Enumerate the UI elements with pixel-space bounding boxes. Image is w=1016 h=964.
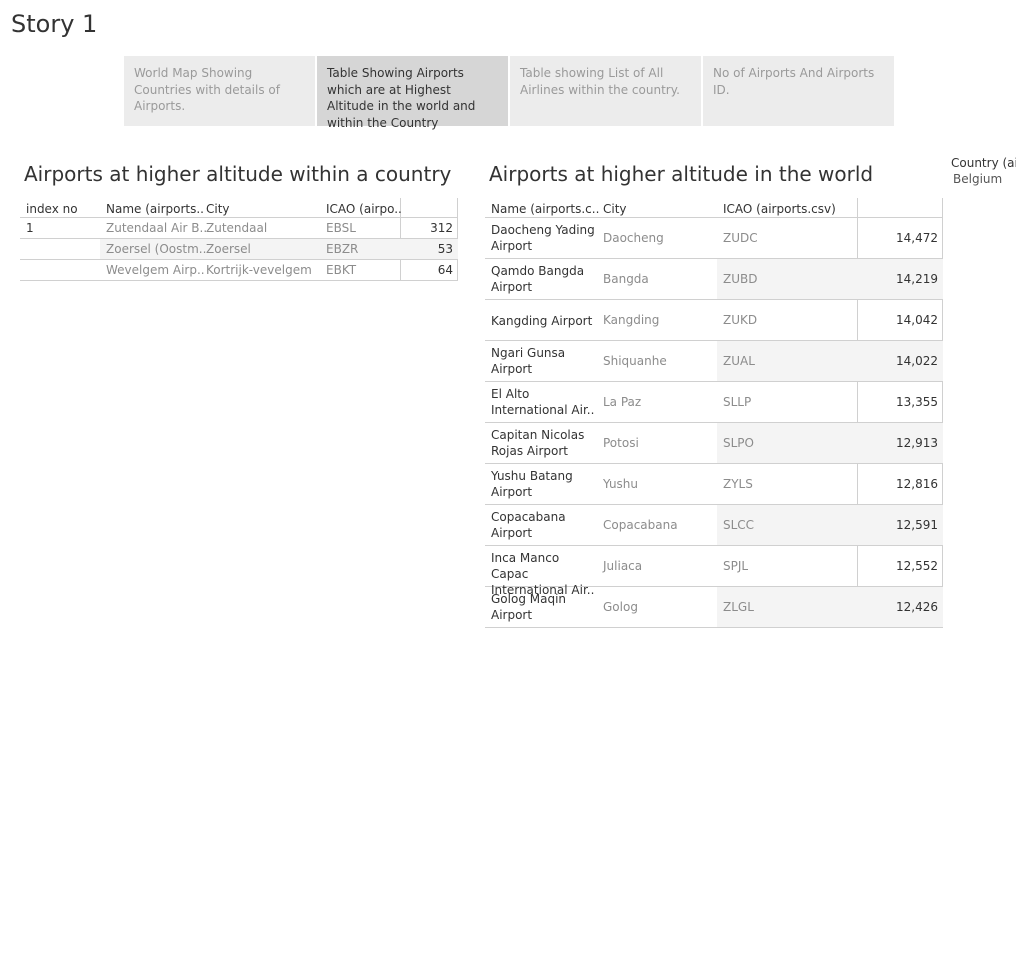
table-row[interactable]: Copacabana Airport Copacabana SLCC 12,591 [485, 505, 943, 546]
header-icao[interactable]: ICAO (airports.csv) [723, 202, 836, 216]
altitude-cell: 312 [430, 221, 453, 235]
table-row[interactable]: Yushu Batang Airport Yushu ZYLS 12,816 [485, 464, 943, 505]
name-cell: Wevelgem Airp.. [106, 263, 205, 277]
icao-cell: ZUKD [723, 313, 758, 327]
icao-cell: SLLP [723, 395, 752, 409]
table-row[interactable]: Zoersel (Oostm.. Zoersel EBZR 53 [20, 239, 458, 260]
table-row[interactable]: Ngari Gunsa Airport Shiquanhe ZUAL 14,022 [485, 341, 943, 382]
name-cell: El Alto International Air.. [491, 387, 595, 417]
table-row[interactable]: El Alto International Air.. La Paz SLLP 13,… [485, 382, 943, 423]
header-name[interactable]: Name (airports.c.. [491, 202, 599, 216]
story-point-airports-count[interactable]: No of Airports And Airports ID. [703, 56, 894, 126]
altitude-cell: 14,472 [896, 231, 938, 245]
table-row[interactable]: Golog Maqin Airport Golog ZLGL 12,426 [485, 587, 943, 628]
table-row[interactable]: Daocheng Yading Airport Daocheng ZUDC 14,47… [485, 218, 943, 259]
story-title: Story 1 [11, 10, 98, 38]
header-city[interactable]: City [206, 202, 230, 216]
world-altitude-table: Name (airports.c.. City ICAO (airports.c… [485, 198, 943, 628]
header-name[interactable]: Name (airports.. [106, 202, 204, 216]
story-point-altitude-table[interactable]: Table Showing Airports which are at High… [317, 56, 508, 130]
icao-cell: ZUAL [723, 354, 755, 368]
icao-cell: EBZR [326, 242, 359, 256]
name-cell: Qamdo Bangda Airport [491, 264, 585, 294]
world-sheet-title: Airports at higher altitude in the world [489, 162, 874, 186]
header-index[interactable]: index no [26, 202, 78, 216]
city-cell: Golog [603, 600, 638, 614]
story-point-world-map[interactable]: World Map Showing Countries with details… [124, 56, 315, 126]
altitude-cell: 13,355 [896, 395, 938, 409]
city-cell: Yushu [603, 477, 639, 491]
altitude-cell: 12,816 [896, 477, 938, 491]
country-filter[interactable]: Country (ai Belgium [951, 156, 1016, 186]
altitude-cell: 53 [437, 242, 453, 256]
icao-cell: EBKT [326, 263, 357, 277]
city-cell: Kortrijk-vevelgem [206, 263, 312, 277]
city-cell: Zoersel [206, 242, 251, 256]
icao-cell: EBSL [326, 221, 356, 235]
icao-cell: ZYLS [723, 477, 753, 491]
icao-cell: ZLGL [723, 600, 754, 614]
altitude-cell: 12,426 [896, 600, 938, 614]
icao-cell: SPJL [723, 559, 749, 573]
city-cell: Juliaca [603, 559, 643, 573]
altitude-cell: 64 [437, 263, 453, 277]
story-point-airlines-table[interactable]: Table showing List of All Airlines withi… [510, 56, 701, 126]
altitude-cell: 12,591 [896, 518, 938, 532]
name-cell: Daocheng Yading Airport [491, 223, 595, 253]
name-cell: Yushu Batang Airport [491, 469, 573, 499]
country-altitude-table: index no Name (airports.. City ICAO (air… [20, 198, 458, 281]
altitude-cell: 14,219 [896, 272, 938, 286]
altitude-cell: 14,042 [896, 313, 938, 327]
city-cell: Shiquanhe [603, 354, 667, 368]
city-cell: Daocheng [603, 231, 664, 245]
city-cell: Potosi [603, 436, 639, 450]
table-row[interactable]: Wevelgem Airp.. Kortrijk-vevelgem EBKT 6… [20, 260, 458, 281]
name-cell: Ngari Gunsa Airport [491, 346, 566, 376]
table-header: Name (airports.c.. City ICAO (airports.c… [485, 198, 943, 218]
header-city[interactable]: City [603, 202, 627, 216]
city-cell: Bangda [603, 272, 649, 286]
table-header: index no Name (airports.. City ICAO (air… [20, 198, 458, 218]
name-cell: Golog Maqin Airport [491, 592, 567, 622]
story-navigator: World Map Showing Countries with details… [124, 56, 896, 130]
icao-cell: SLPO [723, 436, 754, 450]
altitude-cell: 14,022 [896, 354, 938, 368]
index-cell: 1 [26, 221, 34, 235]
world-table-body: Daocheng Yading Airport Daocheng ZUDC 14,47… [485, 218, 943, 628]
table-row[interactable]: Kangding Airport Kangding ZUKD 14,042 [485, 300, 943, 341]
name-cell: Copacabana Airport [491, 510, 566, 540]
city-cell: Kangding [603, 313, 660, 327]
name-cell: Zoersel (Oostm.. [106, 242, 207, 256]
country-sheet-title: Airports at higher altitude within a cou… [24, 162, 452, 186]
icao-cell: ZUBD [723, 272, 758, 286]
table-row[interactable]: 1 Zutendaal Air B.. Zutendaal EBSL 312 [20, 218, 458, 239]
altitude-cell: 12,913 [896, 436, 938, 450]
filter-label: Country (ai [951, 156, 1016, 170]
city-cell: Zutendaal [206, 221, 268, 235]
table-row[interactable]: Inca Manco Capac International Air.. Juli… [485, 546, 943, 597]
table-row[interactable]: Capitan Nicolas Rojas Airport Potosi SLPO 1… [485, 423, 943, 464]
name-cell: Capitan Nicolas Rojas Airport [491, 428, 585, 458]
name-cell: Zutendaal Air B.. [106, 221, 208, 235]
table-row[interactable]: Qamdo Bangda Airport Bangda ZUBD 14,219 [485, 259, 943, 300]
city-cell: La Paz [603, 395, 642, 409]
icao-cell: ZUDC [723, 231, 758, 245]
name-cell: Kangding Airport [491, 314, 593, 328]
filter-value[interactable]: Belgium [953, 172, 1016, 186]
city-cell: Copacabana [603, 518, 678, 532]
altitude-cell: 12,552 [896, 559, 938, 573]
icao-cell: SLCC [723, 518, 755, 532]
header-icao[interactable]: ICAO (airpo.. [326, 202, 402, 216]
